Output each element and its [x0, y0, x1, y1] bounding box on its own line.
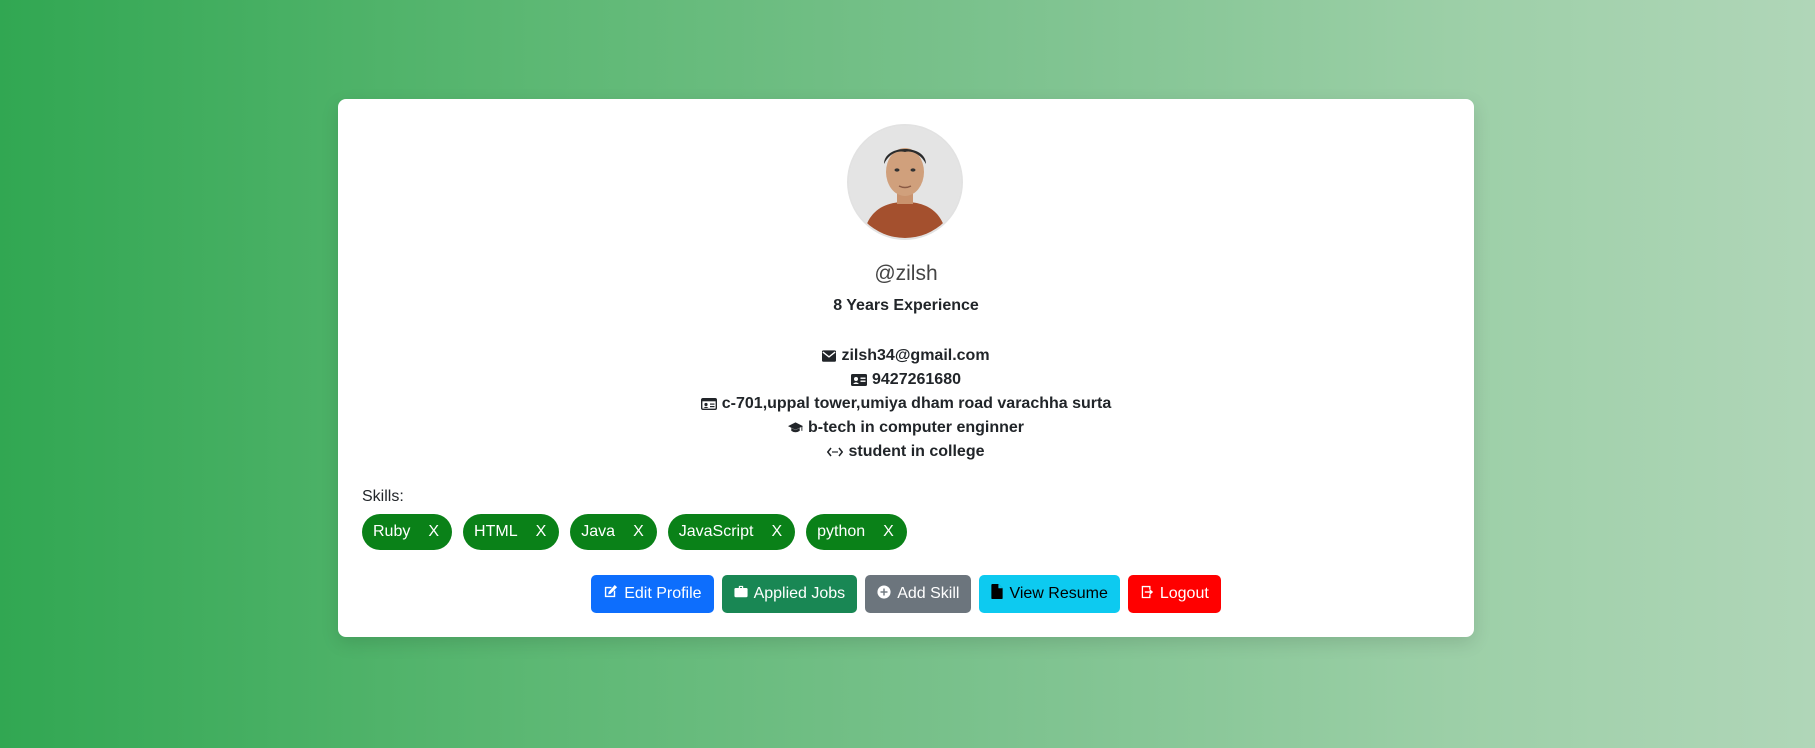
remove-skill-button[interactable]: X: [633, 523, 644, 541]
education-text: b-tech in computer enginner: [807, 419, 1024, 436]
skill-pill-html: HTML X: [463, 514, 560, 550]
skill-name: Java: [581, 523, 616, 540]
view-resume-button[interactable]: View Resume: [979, 575, 1120, 613]
experience-text: 8 Years Experience: [833, 297, 979, 314]
id-card-icon: [700, 398, 717, 410]
skill-pill-ruby: Ruby X: [362, 514, 453, 550]
address-row: c-701,uppal tower,umiya dham road varach…: [338, 392, 1474, 416]
username: @zilsh: [874, 262, 938, 285]
mortarboard-icon: [787, 422, 803, 434]
address-text: c-701,uppal tower,umiya dham road varach…: [721, 395, 1112, 412]
add-skill-label: Add Skill: [897, 585, 960, 602]
skill-name: Ruby: [373, 523, 411, 540]
contact-info: zilsh34@gmail.com 9427261680 c-701,uppal…: [338, 344, 1474, 464]
skill-name: HTML: [474, 523, 518, 540]
profile-photo: [849, 126, 961, 238]
skills-label: Skills:: [362, 488, 404, 505]
skill-name: python: [817, 523, 866, 540]
profile-card: @zilsh 8 Years Experience zilsh34@gmail.…: [338, 99, 1474, 637]
status-row: student in college: [338, 440, 1474, 464]
pencil-square-icon: [603, 584, 618, 604]
action-buttons: Edit Profile Applied Jobs Add Skill View…: [338, 575, 1474, 613]
edit-profile-label: Edit Profile: [624, 585, 702, 602]
plus-circle-icon: [877, 584, 891, 604]
edit-profile-button[interactable]: Edit Profile: [591, 575, 714, 613]
remove-skill-button[interactable]: X: [428, 523, 439, 541]
applied-jobs-label: Applied Jobs: [753, 585, 846, 602]
view-resume-label: View Resume: [1009, 585, 1108, 602]
education-row: b-tech in computer enginner: [338, 416, 1474, 440]
skills-list: Ruby X HTML X Java X JavaScript X python…: [362, 514, 907, 550]
skill-name: JavaScript: [678, 523, 754, 540]
add-skill-button[interactable]: Add Skill: [865, 575, 972, 613]
skill-pill-java: Java X: [570, 514, 657, 550]
email-text: zilsh34@gmail.com: [841, 347, 990, 364]
box-arrow-right-icon: [1140, 585, 1154, 604]
logout-label: Logout: [1159, 585, 1209, 602]
remove-skill-button[interactable]: X: [771, 523, 782, 541]
code-arrows-icon: [827, 447, 844, 457]
envelope-icon: [822, 350, 837, 362]
phone-row: 9427261680: [338, 368, 1474, 392]
status-text: student in college: [848, 443, 985, 460]
briefcase-icon: [734, 585, 748, 603]
email-row: zilsh34@gmail.com: [338, 344, 1474, 368]
remove-skill-button[interactable]: X: [536, 523, 547, 541]
phone-text: 9427261680: [872, 371, 961, 388]
skill-pill-javascript: JavaScript X: [667, 514, 796, 550]
applied-jobs-button[interactable]: Applied Jobs: [721, 575, 858, 613]
logout-button[interactable]: Logout: [1127, 575, 1221, 613]
person-vcard-icon: [851, 374, 867, 386]
remove-skill-button[interactable]: X: [883, 523, 894, 541]
avatar: [847, 124, 963, 240]
file-icon: [991, 584, 1004, 604]
skill-pill-python: python X: [806, 514, 907, 550]
